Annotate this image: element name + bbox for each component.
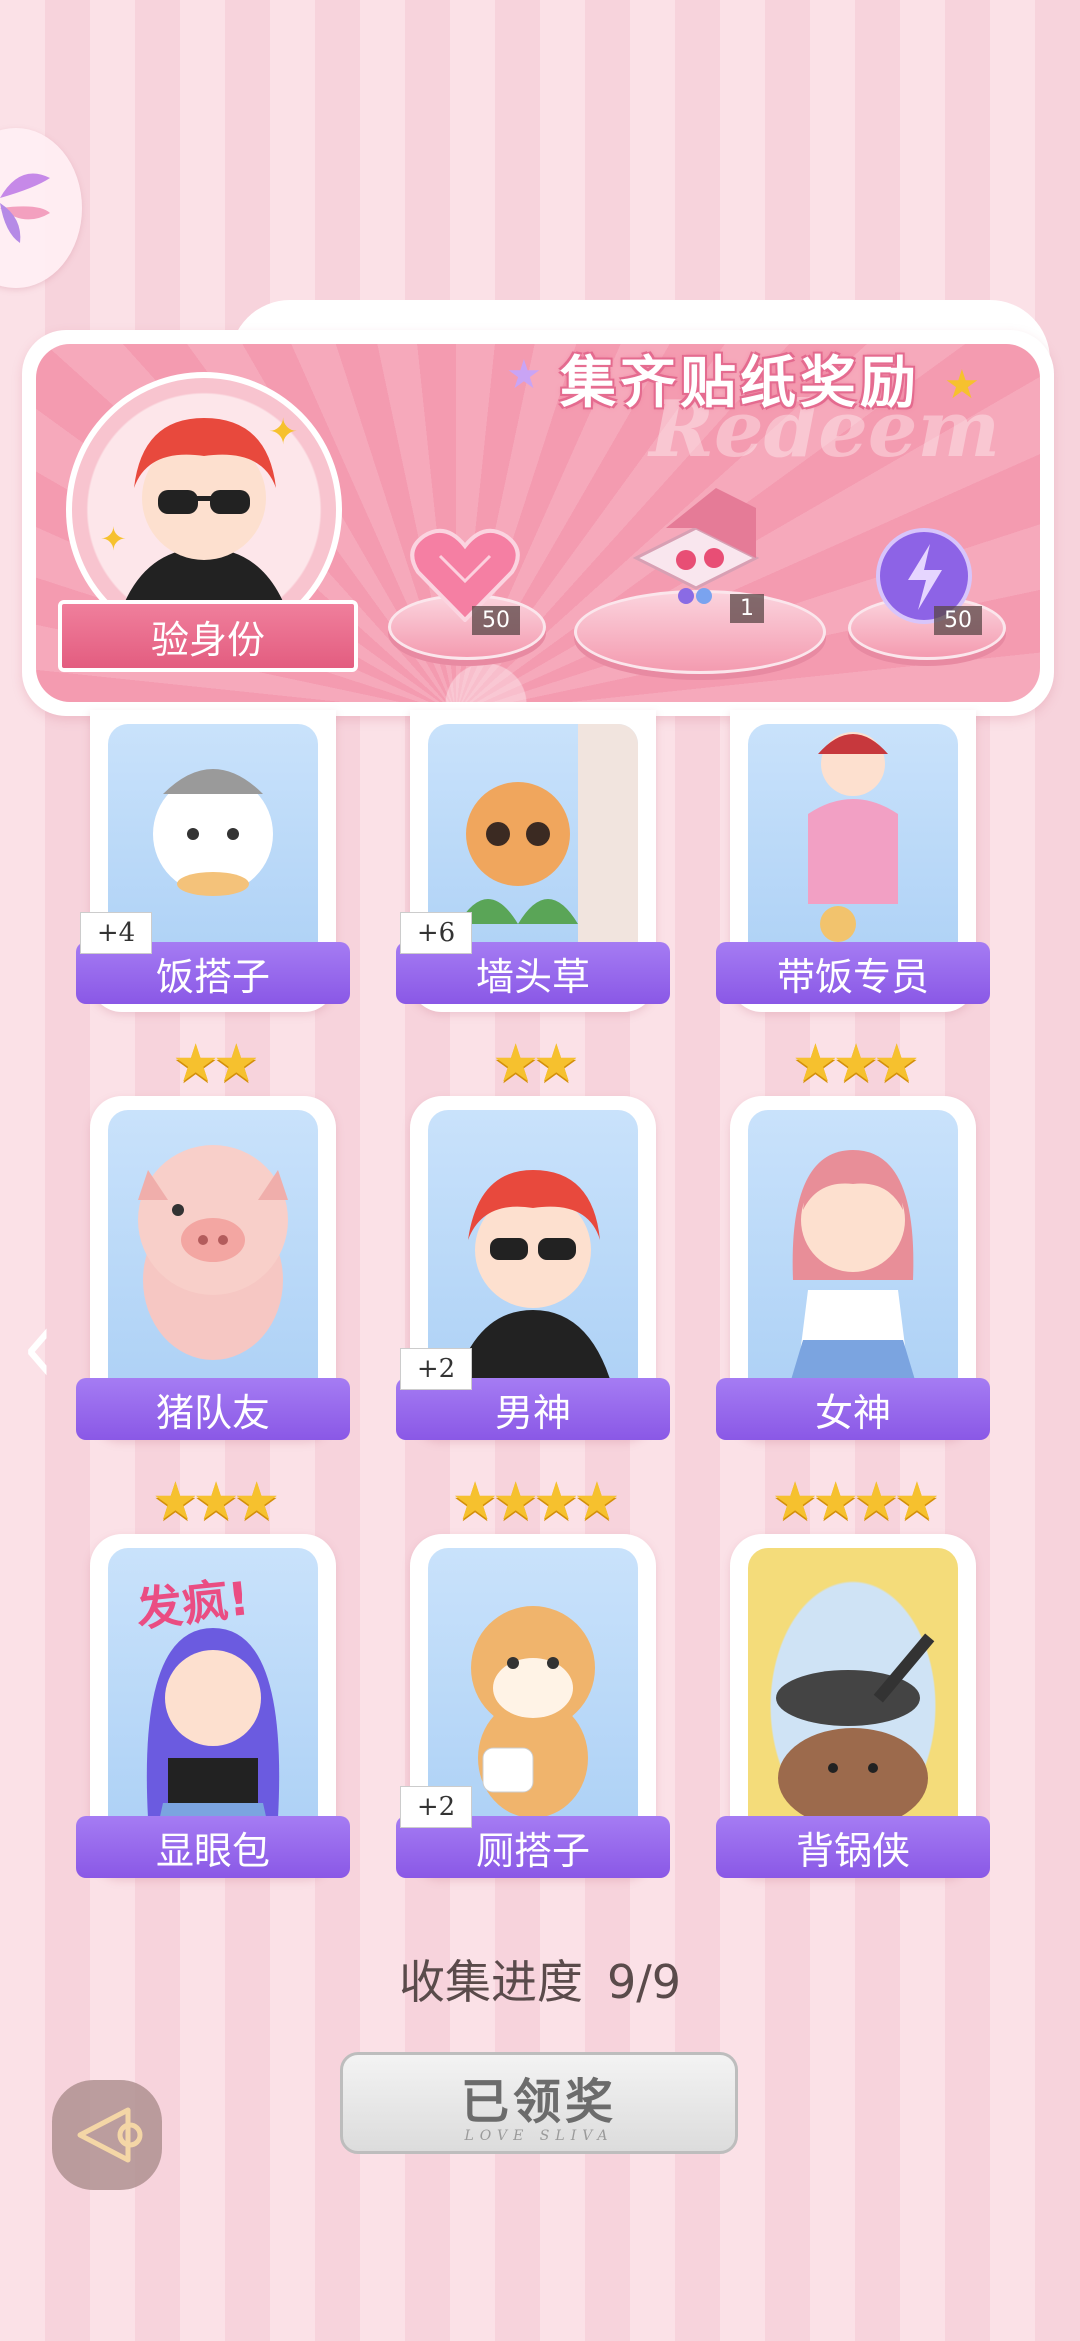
progress-value: 9/9 [606, 1955, 682, 2009]
star-icon: ★ [451, 1472, 499, 1532]
sticker-caption: 发疯! [133, 1571, 252, 1637]
sticker-label: 带饭专员 [716, 942, 990, 1004]
reward-count: 1 [730, 594, 764, 623]
duplicate-count-badge: +2 [400, 1348, 472, 1390]
star-icon: ★ [152, 1472, 199, 1532]
sparkle-icon: ✦ [100, 520, 127, 558]
star-icon: ★ [192, 1472, 240, 1532]
verify-identity-button[interactable]: 验身份 [58, 600, 358, 672]
star-icon: ★ [213, 1034, 260, 1094]
back-button[interactable] [52, 2080, 162, 2190]
pinwheel-icon [0, 173, 50, 243]
star-decoration-icon: ★ [944, 362, 980, 408]
star-icon: ★ [893, 1472, 941, 1532]
star-rating: ★★★ [726, 1034, 980, 1094]
back-arrow-icon [77, 2107, 143, 2163]
sticker-label: 背锅侠 [716, 1816, 990, 1878]
star-icon: ★ [492, 1034, 539, 1094]
sticker-card[interactable]: 饭搭子 +4 [76, 710, 350, 1012]
star-rating: ★★ [406, 1034, 660, 1094]
duplicate-count-badge: +6 [400, 912, 472, 954]
star-icon: ★ [873, 1034, 920, 1094]
star-icon: ★ [853, 1472, 900, 1532]
sparkle-icon: ✦ [268, 412, 299, 453]
sticker-card[interactable]: ★★★★ 背锅侠 [716, 1472, 990, 1878]
menu-pinwheel-button[interactable] [0, 128, 82, 288]
claimed-label: 已领奖 [460, 2074, 617, 2130]
star-rating: ★★★ [86, 1472, 340, 1532]
star-icon: ★ [573, 1472, 621, 1532]
sticker-card[interactable]: 带饭专员 [716, 710, 990, 1012]
sticker-card[interactable]: 墙头草 +6 [396, 710, 670, 1012]
collection-progress: 收集进度 9/9 [0, 1946, 1080, 2012]
star-icon: ★ [172, 1034, 219, 1094]
star-icon: ★ [533, 1472, 580, 1532]
star-icon: ★ [492, 1472, 539, 1532]
star-rating: ★★ [86, 1034, 340, 1094]
star-icon: ★ [792, 1034, 839, 1094]
star-decoration-icon: ★ [506, 352, 542, 398]
star-icon: ★ [771, 1472, 819, 1532]
sticker-label: 显眼包 [76, 1816, 350, 1878]
banner-title: 集齐贴纸奖励 [560, 351, 920, 416]
duplicate-count-badge: +2 [400, 1786, 472, 1828]
sticker-label: 猪队友 [76, 1378, 350, 1440]
star-icon: ★ [533, 1034, 580, 1094]
sticker-label: 女神 [716, 1378, 990, 1440]
star-icon: ★ [832, 1034, 880, 1094]
sticker-card[interactable]: 发疯! ★★★ 显眼包 [76, 1472, 350, 1878]
star-icon: ★ [233, 1472, 280, 1532]
previous-page-arrow[interactable]: ‹ [22, 1286, 54, 1407]
star-rating: ★★★★ [726, 1472, 980, 1532]
reward-count: 50 [472, 606, 520, 635]
progress-label: 收集进度 [398, 1955, 583, 2009]
claimed-sublabel: LOVE SLIVA [464, 2128, 614, 2144]
sticker-card[interactable]: ★★ 男神 +2 [396, 1034, 670, 1440]
sticker-card[interactable]: ★★★★ 厕搭子 +2 [396, 1472, 670, 1878]
sticker-card[interactable]: ★★ 猪队友 [76, 1034, 350, 1440]
sticker-card[interactable]: ★★★ 女神 [716, 1034, 990, 1440]
claimed-button[interactable]: 已领奖 LOVE SLIVA [340, 2052, 738, 2154]
reward-count: 50 [934, 606, 982, 635]
duplicate-count-badge: +4 [80, 912, 152, 954]
star-icon: ★ [812, 1472, 859, 1532]
star-rating: ★★★★ [406, 1472, 660, 1532]
